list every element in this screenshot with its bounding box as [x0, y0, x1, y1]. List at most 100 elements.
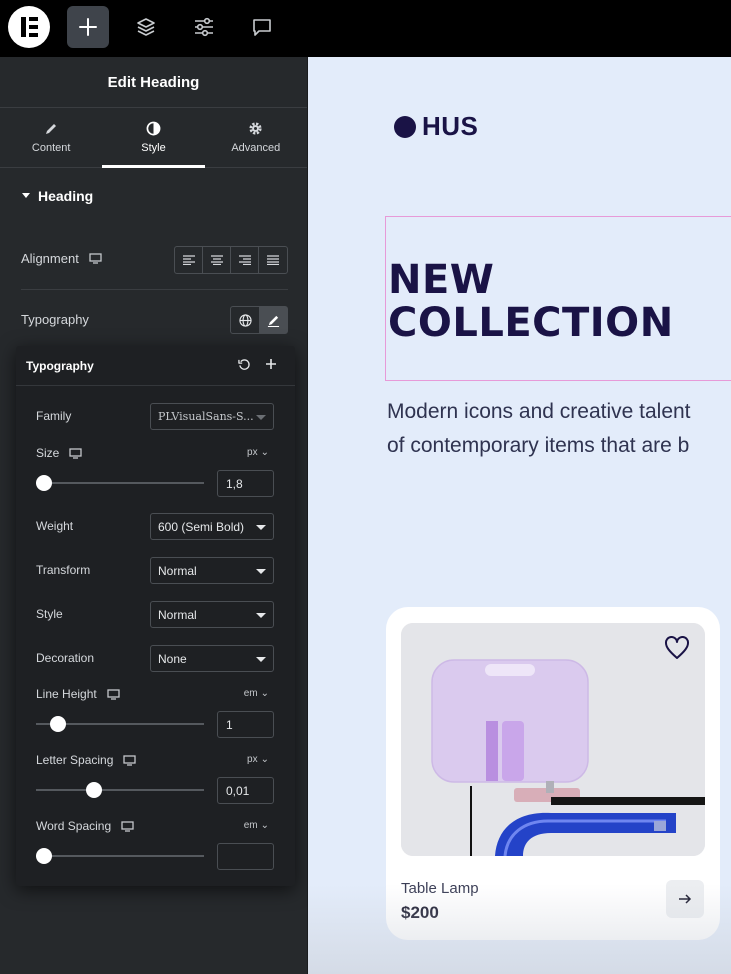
align-right-button[interactable]	[231, 247, 259, 273]
divider	[21, 289, 288, 290]
top-bar	[0, 0, 731, 57]
weight-value: 600 (Semi Bold)	[158, 519, 245, 534]
typography-label: Typography	[21, 312, 89, 327]
line-height-row: Line Height	[36, 687, 274, 701]
transform-value: Normal	[158, 563, 197, 578]
word-spacing-input[interactable]	[217, 843, 274, 870]
letter-spacing-input[interactable]: 0,01	[217, 777, 274, 804]
style-select[interactable]: Normal	[150, 601, 274, 628]
edit-typography-button[interactable]	[259, 307, 287, 333]
family-value: PLVisualSans-S...	[158, 410, 254, 423]
chevron-down-icon	[256, 525, 266, 530]
product-link-button[interactable]	[666, 880, 704, 918]
desktop-icon[interactable]	[89, 253, 102, 264]
letter-spacing-row: Letter Spacing	[36, 753, 274, 767]
chevron-down-icon: ⌄	[260, 447, 269, 458]
panel-title: Edit Heading	[0, 57, 307, 108]
panel-tabs: Content Style Advanced	[0, 108, 307, 168]
size-unit: px	[247, 447, 258, 458]
product-price: $200	[401, 903, 439, 922]
lamp-illustration	[401, 623, 705, 856]
tab-style[interactable]: Style	[102, 108, 205, 168]
tab-content[interactable]: Content	[0, 108, 102, 167]
heading-text: NEW COLLECTION	[388, 259, 674, 345]
layers-icon	[137, 18, 155, 36]
section-heading-toggle[interactable]: Heading	[0, 168, 307, 223]
size-unit-select[interactable]: px ⌄	[247, 447, 269, 458]
brand-dot	[394, 115, 416, 138]
subtitle-line-2: of contemporary items that are b	[387, 434, 690, 457]
letter-spacing-slider[interactable]	[36, 780, 204, 800]
product-card[interactable]: Table Lamp $200	[386, 607, 720, 940]
plus-icon	[79, 18, 97, 36]
word-spacing-unit-select[interactable]: em ⌄	[244, 820, 269, 831]
word-spacing-label: Word Spacing	[36, 819, 112, 833]
gear-icon	[249, 122, 262, 135]
product-name: Table Lamp	[401, 880, 479, 897]
desktop-icon[interactable]	[107, 688, 120, 700]
slider-handle[interactable]	[36, 848, 52, 864]
align-justify-button[interactable]	[259, 247, 287, 273]
size-label: Size	[36, 446, 60, 460]
align-center-button[interactable]	[203, 247, 231, 273]
align-left-button[interactable]	[175, 247, 203, 273]
global-fonts-button[interactable]	[231, 307, 259, 333]
size-slider[interactable]	[36, 473, 204, 493]
size-row: Size	[36, 446, 274, 460]
tab-advanced-label: Advanced	[231, 142, 281, 154]
slider-handle[interactable]	[86, 782, 103, 798]
pencil-icon	[267, 315, 279, 327]
alignment-label: Alignment	[21, 251, 79, 266]
word-spacing-row: Word Spacing	[36, 819, 274, 833]
typography-popover: Typography Family PLVisualSans-S... Size…	[16, 346, 295, 886]
line-height-unit: em	[243, 688, 258, 699]
site-settings-button[interactable]	[183, 6, 225, 48]
line-height-input[interactable]: 1	[217, 711, 274, 738]
letter-spacing-unit-select[interactable]: px ⌄	[247, 754, 269, 765]
heart-icon[interactable]	[664, 636, 690, 660]
alignment-control	[174, 246, 288, 274]
brand-logo[interactable]: HUS	[394, 111, 478, 142]
tab-advanced[interactable]: Advanced	[205, 108, 307, 167]
plus-icon[interactable]	[265, 358, 277, 370]
decoration-select[interactable]: None	[150, 645, 274, 672]
chevron-down-icon	[256, 657, 266, 662]
slider-handle[interactable]	[36, 475, 52, 491]
weight-label: Weight	[36, 519, 74, 533]
desktop-icon[interactable]	[69, 447, 82, 459]
typography-controls	[230, 306, 288, 334]
chevron-down-icon	[256, 569, 266, 574]
family-select[interactable]: PLVisualSans-S...	[150, 403, 274, 430]
page-canvas: HUS NEW COLLECTION Modern icons and crea…	[308, 57, 731, 974]
slider-track	[36, 855, 204, 857]
desktop-icon[interactable]	[121, 820, 134, 832]
reset-icon[interactable]	[238, 358, 251, 371]
selected-heading-widget[interactable]: NEW COLLECTION	[385, 216, 731, 381]
size-input[interactable]: 1,8	[217, 470, 274, 497]
word-spacing-unit: em	[243, 820, 258, 831]
chevron-down-icon	[256, 613, 266, 618]
typography-popover-title: Typography	[26, 358, 94, 373]
section-title: Heading	[38, 187, 94, 204]
slider-handle[interactable]	[49, 716, 66, 732]
sliders-icon	[195, 17, 213, 37]
align-center-icon	[210, 255, 223, 265]
structure-button[interactable]	[125, 6, 167, 48]
chevron-down-icon	[256, 415, 266, 420]
elementor-logo-icon[interactable]	[8, 6, 50, 48]
line-height-slider[interactable]	[36, 714, 204, 734]
transform-select[interactable]: Normal	[150, 557, 274, 584]
desktop-icon[interactable]	[123, 754, 137, 766]
heading-line-1: NEW	[388, 257, 495, 303]
align-justify-icon	[267, 255, 279, 265]
decoration-value: None	[158, 651, 187, 666]
letter-spacing-label: Letter Spacing	[36, 753, 114, 767]
line-height-unit-select[interactable]: em ⌄	[244, 688, 269, 699]
add-element-button[interactable]	[67, 6, 109, 48]
weight-select[interactable]: 600 (Semi Bold)	[150, 513, 274, 540]
word-spacing-slider[interactable]	[36, 846, 204, 866]
pencil-icon	[46, 123, 57, 134]
tab-style-label: Style	[141, 142, 166, 154]
brand-name: HUS	[422, 111, 479, 141]
notes-button[interactable]	[241, 6, 283, 48]
